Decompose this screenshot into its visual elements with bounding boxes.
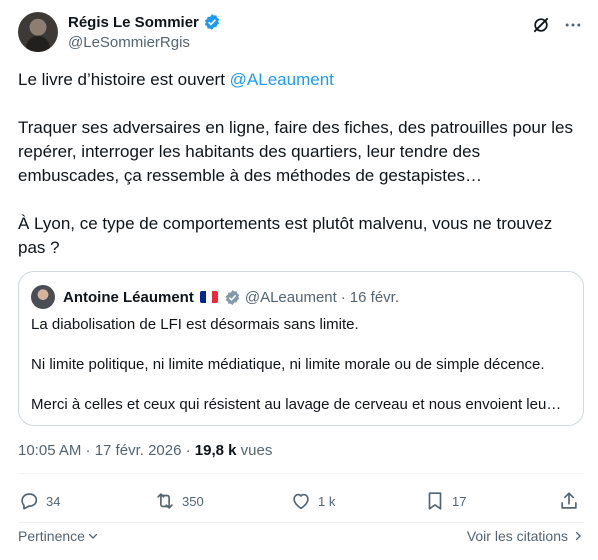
- views-label: vues: [236, 442, 273, 459]
- reply-icon: [21, 493, 38, 510]
- views-count: 19,8 k: [194, 442, 237, 459]
- quoted-tweet-header: Antoine Léaument @ALeaument · 16 févr.: [31, 285, 399, 309]
- quoted-tweet[interactable]: Antoine Léaument @ALeaument · 16 févr. L…: [18, 271, 584, 426]
- reply-count: 34: [46, 493, 61, 509]
- verified-badge-icon: [225, 289, 240, 305]
- quoted-author-avatar: [31, 285, 55, 309]
- author-name[interactable]: Régis Le Sommier: [68, 14, 199, 31]
- tweet-paragraph-3: À Lyon, ce type de comportements est plu…: [18, 214, 553, 257]
- tweet-line-1: Le livre d’histoire est ouvert @ALeaumen…: [18, 68, 584, 92]
- like-icon: [293, 493, 309, 510]
- repost-count: 350: [182, 493, 204, 509]
- chevron-right-icon: [575, 531, 581, 541]
- more-icon[interactable]: [562, 14, 584, 36]
- quoted-line-2: Ni limite politique, ni limite médiatiqu…: [31, 356, 545, 373]
- grok-icon[interactable]: [530, 14, 552, 36]
- bookmark-icon: [428, 492, 442, 510]
- action-bar: 34 350 1 k 17: [18, 490, 584, 520]
- author-avatar[interactable]: [18, 12, 58, 52]
- flag-france-icon: [199, 291, 218, 303]
- header-actions: [530, 14, 584, 36]
- quoted-line-1: La diabolisation de LFI est désormais sa…: [31, 316, 359, 333]
- quoted-author-name: Antoine Léaument: [63, 288, 194, 306]
- tweet-header: Régis Le Sommier @LeSommierRgis: [18, 12, 584, 56]
- repost-icon: [157, 493, 173, 509]
- reply-button[interactable]: 34: [18, 490, 60, 512]
- mention-link[interactable]: @ALeaument: [230, 70, 334, 89]
- bookmark-button[interactable]: 17: [424, 490, 466, 512]
- repost-button[interactable]: 350: [154, 490, 204, 512]
- author-name-line: Régis Le Sommier: [68, 13, 221, 31]
- quoted-separator: ·: [340, 288, 346, 306]
- chevron-down-icon: [88, 533, 98, 539]
- reply-footer: Pertinence Voir les citations: [18, 526, 584, 548]
- like-count: 1 k: [318, 493, 336, 509]
- timestamp-date[interactable]: 10:05 AM · 17 févr. 2026 ·: [18, 442, 195, 459]
- divider-top: [18, 473, 584, 474]
- quoted-tweet-body: La diabolisation de LFI est désormais sa…: [31, 315, 571, 415]
- share-icon: [561, 492, 577, 509]
- divider-bottom: [18, 522, 584, 523]
- quoted-author-handle: @ALeaument: [244, 288, 337, 306]
- citations-label: Voir les citations: [466, 528, 568, 544]
- like-button[interactable]: 1 k: [290, 490, 335, 512]
- quoted-line-3: Merci à celles et ceux qui résistent au …: [31, 396, 562, 413]
- tweet-text-prefix: Le livre d’histoire est ouvert: [18, 70, 225, 89]
- tweet-paragraph-2: Traquer ses adversaires en ligne, faire …: [18, 118, 573, 185]
- share-button[interactable]: [558, 490, 580, 512]
- sort-label: Pertinence: [18, 528, 85, 544]
- verified-badge-icon: [204, 14, 219, 30]
- bookmark-count: 17: [452, 493, 467, 509]
- tweet-timestamp: 10:05 AM · 17 févr. 2026 · 19,8 k vues: [18, 442, 272, 459]
- tweet-text: Le livre d’histoire est ouvert @ALeaumen…: [18, 68, 584, 260]
- view-citations-link[interactable]: Voir les citations: [467, 528, 584, 544]
- sort-dropdown[interactable]: Pertinence: [18, 528, 99, 544]
- quoted-date: 16 févr.: [349, 288, 399, 306]
- author-handle[interactable]: @LeSommierRgis: [68, 34, 190, 51]
